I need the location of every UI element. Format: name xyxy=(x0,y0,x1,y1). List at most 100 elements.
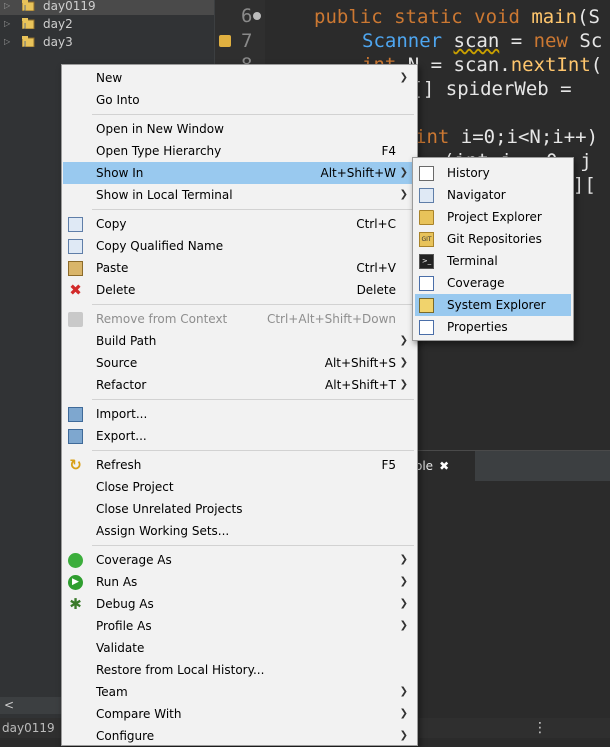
menu-item-profile-as[interactable]: Profile As ❯ xyxy=(63,615,416,637)
menu-item-show-in-local-terminal[interactable]: Show in Local Terminal ❯ xyxy=(63,184,416,206)
menu-item-open-type-hierarchy[interactable]: Open Type Hierarchy F4 xyxy=(63,140,416,162)
copy-qualified-icon xyxy=(68,239,83,254)
submenu-item-coverage[interactable]: Coverage xyxy=(415,272,571,294)
menu-item-label: Refresh xyxy=(96,458,142,472)
menu-item-validate[interactable]: Validate xyxy=(63,637,416,659)
menu-item-close-unrelated-projects[interactable]: Close Unrelated Projects xyxy=(63,498,416,520)
menu-item-label: Source xyxy=(96,356,138,370)
scroll-left-icon[interactable]: < xyxy=(4,698,14,712)
warning-marker-icon[interactable] xyxy=(219,35,231,47)
menu-separator xyxy=(92,209,414,210)
tab-console[interactable]: ole ✖ xyxy=(415,451,475,481)
debug-icon: ✱ xyxy=(69,595,82,613)
menu-item-open-in-new-window[interactable]: Open in New Window xyxy=(63,118,416,140)
menu-item-paste[interactable]: Paste Ctrl+V xyxy=(63,257,416,279)
menu-item-go-into[interactable]: Go Into xyxy=(63,89,416,111)
coverage-view-icon xyxy=(419,276,434,291)
submenu-arrow-icon: ❯ xyxy=(399,708,408,719)
menu-item-configure[interactable]: Configure ❯ xyxy=(63,725,416,747)
tree-item-day0119[interactable]: ▷ J day0119 xyxy=(0,0,214,15)
menu-item-shortcut: F5 xyxy=(381,458,396,472)
menu-item-close-project[interactable]: Close Project xyxy=(63,476,416,498)
submenu-item-system-explorer[interactable]: System Explorer xyxy=(415,294,571,316)
menu-item-shortcut: Alt+Shift+T xyxy=(325,378,396,392)
submenu-arrow-icon: ❯ xyxy=(399,686,408,697)
menu-item-label: Show In xyxy=(96,166,144,180)
menu-item-label: Refactor xyxy=(96,378,147,392)
menu-item-debug-as[interactable]: ✱ Debug As ❯ xyxy=(63,593,416,615)
menu-item-refresh[interactable]: ↻ Refresh F5 xyxy=(63,454,416,476)
menu-item-shortcut: Ctrl+C xyxy=(356,217,396,231)
menu-item-label: New xyxy=(96,71,123,85)
submenu-arrow-icon: ❯ xyxy=(399,335,408,346)
menu-item-new[interactable]: New ❯ xyxy=(63,67,416,89)
submenu-arrow-icon: ❯ xyxy=(399,379,408,390)
delete-icon: ✖ xyxy=(69,281,82,299)
submenu-item-project-explorer[interactable]: Project Explorer xyxy=(415,206,571,228)
menu-item-label: Profile As xyxy=(96,619,152,633)
submenu-item-terminal[interactable]: >_ Terminal xyxy=(415,250,571,272)
menu-item-copy[interactable]: Copy Ctrl+C xyxy=(63,213,416,235)
menu-item-label: Restore from Local History... xyxy=(96,663,265,677)
expand-chevron-icon[interactable]: ▷ xyxy=(4,15,14,33)
menu-item-coverage-as[interactable]: Coverage As ❯ xyxy=(63,549,416,571)
menu-item-team[interactable]: Team ❯ xyxy=(63,681,416,703)
remove-context-icon xyxy=(68,312,83,327)
submenu-item-label: Project Explorer xyxy=(447,210,542,224)
close-icon[interactable]: ✖ xyxy=(439,459,449,473)
expand-chevron-icon[interactable]: ▷ xyxy=(4,33,14,51)
more-options-icon[interactable]: ⋮ xyxy=(533,720,547,736)
menu-item-build-path[interactable]: Build Path ❯ xyxy=(63,330,416,352)
svg-text:J: J xyxy=(23,4,26,11)
code-line: Scanner scan = new Sc xyxy=(362,30,603,52)
copy-icon xyxy=(68,217,83,232)
menu-item-label: Close Project xyxy=(96,480,174,494)
menu-item-remove-from-context: Remove from Context Ctrl+Alt+Shift+Down xyxy=(63,308,416,330)
menu-item-label: Open Type Hierarchy xyxy=(96,144,222,158)
submenu-item-properties[interactable]: Properties xyxy=(415,316,571,338)
menu-item-delete[interactable]: ✖ Delete Delete xyxy=(63,279,416,301)
submenu-item-navigator[interactable]: Navigator xyxy=(415,184,571,206)
menu-item-compare-with[interactable]: Compare With ❯ xyxy=(63,703,416,725)
submenu-item-label: Terminal xyxy=(447,254,498,268)
menu-separator xyxy=(92,304,414,305)
menu-item-label: Run As xyxy=(96,575,138,589)
show-in-submenu: History Navigator Project Explorer GIT Git R… xyxy=(412,157,574,341)
submenu-item-label: Coverage xyxy=(447,276,505,290)
java-project-icon: J xyxy=(22,36,35,47)
menu-item-source[interactable]: Source Alt+Shift+S ❯ xyxy=(63,352,416,374)
submenu-item-history[interactable]: History xyxy=(415,162,571,184)
tree-item-day3[interactable]: ▷ J day3 xyxy=(0,33,214,51)
submenu-arrow-icon: ❯ xyxy=(399,167,408,178)
submenu-arrow-icon: ❯ xyxy=(399,554,408,565)
menu-item-label: Team xyxy=(96,685,128,699)
menu-item-label: Close Unrelated Projects xyxy=(96,502,243,516)
submenu-item-git-repositories[interactable]: GIT Git Repositories xyxy=(415,228,571,250)
menu-item-shortcut: Alt+Shift+W xyxy=(320,166,397,180)
line-number: 7 xyxy=(241,30,253,52)
menu-item-shortcut: Ctrl+Alt+Shift+Down xyxy=(266,312,396,326)
menu-item-restore-from-local-history[interactable]: Restore from Local History... xyxy=(63,659,416,681)
menu-item-shortcut: Ctrl+V xyxy=(356,261,396,275)
menu-item-refactor[interactable]: Refactor Alt+Shift+T ❯ xyxy=(63,374,416,396)
submenu-arrow-icon: ❯ xyxy=(399,576,408,587)
menu-item-run-as[interactable]: ▶ Run As ❯ xyxy=(63,571,416,593)
menu-item-export[interactable]: Export... xyxy=(63,425,416,447)
fold-toggle-icon[interactable] xyxy=(253,12,261,20)
menu-item-assign-working-sets[interactable]: Assign Working Sets... xyxy=(63,520,416,542)
menu-item-label: Build Path xyxy=(96,334,157,348)
menu-item-label: Delete xyxy=(96,283,136,297)
project-explorer-icon xyxy=(419,210,434,225)
expand-chevron-icon[interactable]: ▷ xyxy=(4,0,14,15)
svg-text:J: J xyxy=(23,40,26,47)
menu-item-label: Remove from Context xyxy=(96,312,228,326)
submenu-arrow-icon: ❯ xyxy=(399,189,408,200)
menu-item-show-in[interactable]: Show In Alt+Shift+W ❯ xyxy=(63,162,416,184)
menu-item-copy-qualified-name[interactable]: Copy Qualified Name xyxy=(63,235,416,257)
menu-item-label: Copy Qualified Name xyxy=(96,239,224,253)
menu-item-import[interactable]: Import... xyxy=(63,403,416,425)
menu-item-shortcut: Delete xyxy=(356,283,396,297)
tree-item-day2[interactable]: ▷ J day2 xyxy=(0,15,214,33)
paste-icon xyxy=(68,261,83,276)
menu-item-label: Paste xyxy=(96,261,129,275)
